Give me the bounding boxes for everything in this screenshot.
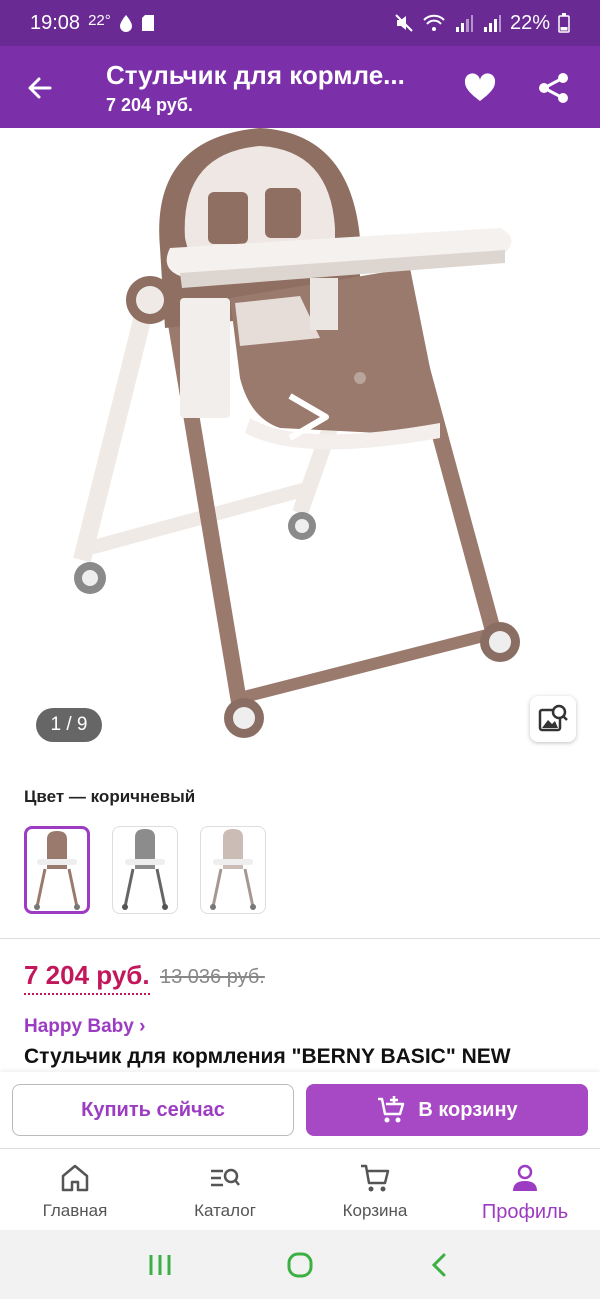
nav-item-label: Корзина [342,1201,408,1220]
product-image [73,128,520,738]
page-subtitle-price: 7 204 руб. [106,95,193,115]
home-circle-icon[interactable] [285,1250,315,1280]
app-bar: Стульчик для кормле... 7 204 руб. [0,46,600,128]
image-search-button[interactable] [530,696,576,742]
buy-now-label: Купить сейчас [81,1098,225,1121]
home-icon [61,1164,89,1192]
signal-icon-2 [483,15,501,32]
share-button[interactable] [536,70,572,106]
mute-icon [395,14,413,32]
color-swatch-beige[interactable] [200,826,266,914]
status-bar: 19:08 22° 22% [0,0,600,46]
wifi-icon [423,14,445,31]
drop-icon [119,15,132,32]
nav-item-home[interactable]: Главная [0,1149,150,1230]
status-time: 19:08 [30,11,81,34]
system-navigation-bar [0,1230,600,1299]
product-name: Стульчик для кормления "BERNY BASIC" NEW [24,1045,511,1068]
nav-item-label: Главная [42,1201,108,1220]
arrow-left-icon [28,77,52,99]
status-temperature: 22° [88,11,111,29]
cart-add-icon [378,1096,405,1123]
back-chevron-icon[interactable] [425,1250,455,1280]
image-search-icon [538,704,568,732]
product-gallery[interactable]: 1 / 9 [0,128,600,760]
sd-card-icon [141,15,154,31]
add-to-cart-button[interactable]: В корзину [306,1084,588,1136]
favorite-button[interactable] [462,70,498,106]
nav-item-label: Каталог [194,1201,256,1220]
current-price: 7 204 руб. [24,960,150,995]
color-swatch-gray[interactable] [112,826,178,914]
swatch-image [34,831,80,910]
action-bar: Купить сейчас В корзину [0,1072,600,1148]
brand-link[interactable]: Happy Baby › [24,1016,145,1038]
cart-icon [361,1164,390,1192]
nav-item-profile[interactable]: Профиль [450,1149,600,1230]
catalog-icon [211,1168,240,1187]
heart-icon [464,73,496,101]
recent-apps-icon[interactable] [145,1250,175,1280]
battery-percent: 22% [509,11,550,34]
swatch-image [122,829,168,910]
page-title: Стульчик для кормле... [106,60,405,90]
battery-icon [558,13,570,33]
back-button[interactable] [22,70,58,106]
profile-icon [513,1164,537,1191]
section-divider [0,938,600,939]
bottom-navigation: Главная Каталог Корзина Профиль [0,1148,600,1230]
signal-icon [455,15,473,32]
swatch-image [210,829,256,910]
add-to-cart-label: В корзину [418,1098,518,1121]
play-video-icon[interactable] [280,390,334,444]
nav-item-label: Профиль [481,1201,569,1223]
nav-item-catalog[interactable]: Каталог [150,1149,300,1230]
buy-now-button[interactable]: Купить сейчас [12,1084,294,1136]
color-label: Цвет — коричневый [24,787,196,806]
old-price: 13 036 руб. [160,966,265,988]
color-swatch-brown[interactable] [24,826,90,914]
gallery-counter: 1 / 9 [36,708,102,742]
share-icon [539,73,568,103]
nav-item-cart[interactable]: Корзина [300,1149,450,1230]
